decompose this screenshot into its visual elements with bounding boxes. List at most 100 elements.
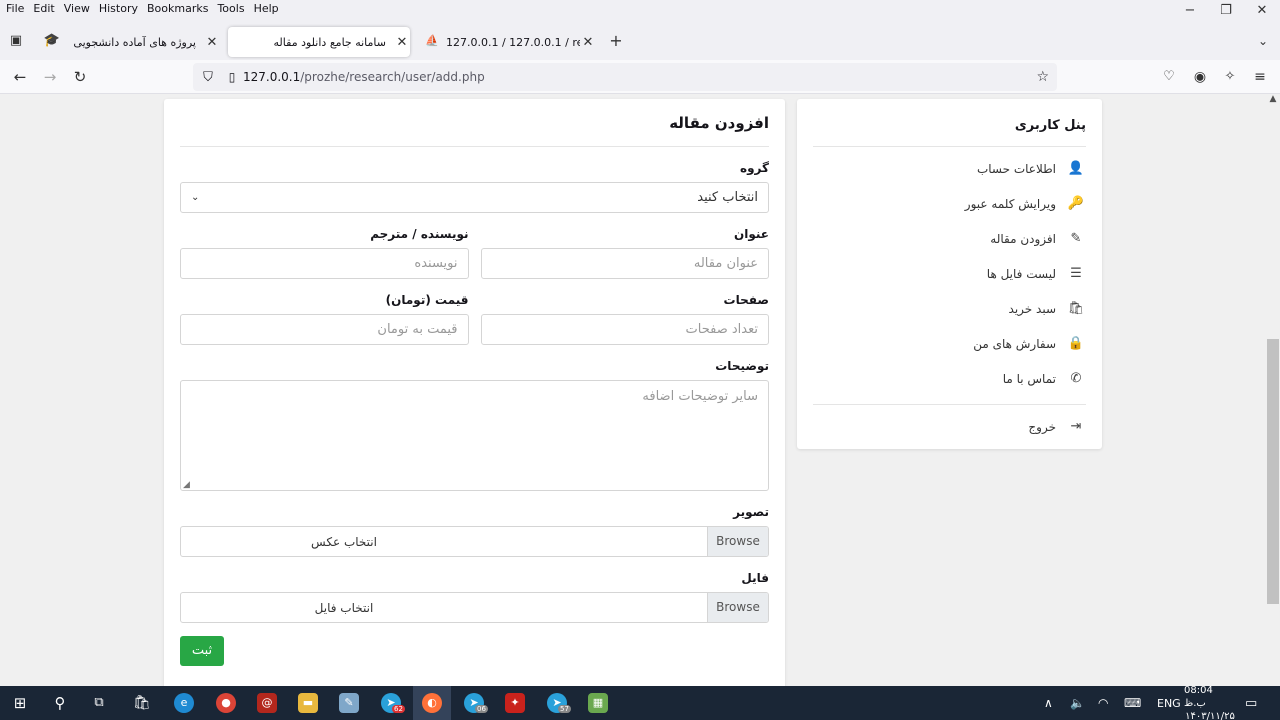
title-label: عنوان (734, 227, 769, 241)
list-tabs-icon[interactable]: ⌄ (1252, 30, 1274, 52)
volume-icon[interactable]: 🔈 (1070, 686, 1085, 720)
file-browse-button[interactable]: Browse (707, 593, 768, 622)
task-view-icon[interactable]: ⧉ (89, 693, 109, 713)
account-icon[interactable]: ◉ (1189, 66, 1211, 88)
price-placeholder: قیمت به تومان (377, 322, 458, 337)
article-file-text: انتخاب فایل (314, 600, 374, 615)
windows-taskbar: ⊞ ⚲ ⧉ 🛍 e ● @ ▬ ✎ ➤ 62 ◐ ➤ 06 ✦ ➤ 57 ▦ ∧… (0, 685, 1280, 720)
sidebar-item-add-article[interactable]: ✎ افزودن مقاله (813, 221, 1086, 256)
telegram-badge: 62 (392, 705, 405, 713)
search-icon[interactable]: ⚲ (50, 693, 70, 713)
notification-icon[interactable]: ▭ (1245, 686, 1257, 720)
sidebar-item-label: افزودن مقاله (990, 231, 1056, 246)
group-label: گروه (740, 161, 769, 175)
image-browse-button[interactable]: Browse (707, 527, 768, 556)
close-window-icon[interactable]: ✕ (1244, 0, 1280, 24)
firefox-icon[interactable]: ◐ (422, 693, 442, 713)
close-tab-icon[interactable]: ✕ (394, 35, 410, 50)
app-red-icon[interactable]: @ (257, 693, 277, 713)
url-bar[interactable]: ⛉ ▯ 127.0.0.1/prozhe/research/user/add.p… (193, 63, 1057, 91)
language-indicator[interactable]: ENG (1157, 686, 1181, 720)
group-select-value: انتخاب کنید (697, 190, 758, 205)
extensions-icon[interactable]: ✧ (1219, 66, 1241, 88)
sidebar-item-label: ویرایش کلمه عبور (964, 196, 1056, 211)
forward-icon[interactable]: → (39, 66, 61, 88)
resize-handle-icon[interactable]: ◢ (183, 480, 190, 490)
author-placeholder: نویسنده (414, 256, 458, 271)
reload-icon[interactable]: ↻ (69, 66, 91, 88)
user-panel-card: پنل کاربری 👤 اطلاعات حساب 🔑 ویرایش کلمه … (797, 99, 1102, 449)
file-explorer-icon[interactable]: ▬ (298, 693, 318, 713)
sidebar-item-cart[interactable]: 🛍 سبد خرید (813, 291, 1086, 326)
scroll-up-icon[interactable]: ▲ (1266, 94, 1280, 104)
restore-icon[interactable]: ❐ (1208, 0, 1244, 24)
menu-edit[interactable]: Edit (30, 2, 57, 15)
wifi-icon[interactable]: ◠ (1098, 686, 1108, 720)
vertical-scrollbar[interactable]: ▲ (1266, 94, 1280, 686)
url-host: 127.0.0.1 (243, 70, 301, 84)
menu-help[interactable]: Help (251, 2, 282, 15)
title-input[interactable]: عنوان مقاله (480, 248, 769, 279)
menu-history[interactable]: History (96, 2, 141, 15)
window-controls: − ❐ ✕ (1172, 0, 1280, 24)
user-panel-title: پنل کاربری (813, 99, 1086, 147)
pages-input[interactable]: تعداد صفحات (480, 314, 769, 345)
keyboard-icon[interactable]: ⌨ (1124, 686, 1141, 720)
price-input[interactable]: قیمت به تومان (180, 314, 469, 345)
clock-date: ۱۴۰۳/۱۱/۲۵ (1185, 710, 1235, 720)
tab-overview-icon[interactable]: ▣ (5, 30, 27, 52)
hamburger-menu-icon[interactable]: ≡ (1249, 66, 1271, 88)
shield-icon[interactable]: ⛉ (195, 70, 221, 85)
notepad-icon[interactable]: ✎ (339, 693, 359, 713)
sidebar-item-logout[interactable]: ⇥ خروج (813, 409, 1086, 444)
chevron-down-icon: ⌄ (191, 192, 200, 203)
menu-view[interactable]: View (61, 2, 93, 15)
bookmark-star-icon[interactable]: ☆ (1036, 69, 1049, 85)
menu-file[interactable]: File (3, 2, 27, 15)
image-file-input[interactable]: انتخاب عکس Browse (180, 526, 769, 557)
sidebar-item-file-list[interactable]: ☰ لیست فایل ها (813, 256, 1086, 291)
order-bag-icon: 🔒 (1067, 336, 1085, 351)
list-icon: ☰ (1070, 266, 1082, 281)
edge-icon[interactable]: e (174, 693, 194, 713)
group-select[interactable]: انتخاب کنید ⌄ (180, 182, 769, 213)
author-input[interactable]: نویسنده (180, 248, 469, 279)
tab-article-system[interactable]: سامانه جامع دانلود مقاله ✕ (228, 27, 410, 57)
edit-icon: ✎ (1070, 231, 1082, 246)
sidebar-item-my-orders[interactable]: 🔒 سفارش های من (813, 326, 1086, 361)
image-viewer-icon[interactable]: ▦ (588, 693, 608, 713)
sidebar-item-label: خروج (1028, 419, 1056, 434)
pages-label: صفحات (723, 293, 769, 307)
minimize-icon[interactable]: − (1172, 0, 1208, 24)
windows-start-icon[interactable]: ⊞ (10, 693, 30, 713)
back-icon[interactable]: ← (9, 66, 31, 88)
phone-icon: ✆ (1070, 371, 1082, 386)
url-path: /prozhe/research/user/add.php (300, 70, 485, 84)
new-tab-icon[interactable]: + (605, 30, 627, 52)
scrollbar-thumb[interactable] (1267, 339, 1279, 604)
close-tab-icon[interactable]: ✕ (580, 35, 596, 50)
tab-projects[interactable]: ✕ پروژه های آماده دانشجویی (70, 27, 220, 57)
sidebar-item-label: سفارش های من (973, 336, 1056, 351)
menu-tools[interactable]: Tools (214, 2, 247, 15)
article-file-input[interactable]: انتخاب فایل Browse (180, 592, 769, 623)
pages-placeholder: تعداد صفحات (685, 322, 758, 337)
submit-button[interactable]: ثبت (180, 636, 224, 666)
chrome-icon[interactable]: ● (216, 693, 236, 713)
description-textarea[interactable]: سایر توضیحات اضافه ◢ (180, 380, 769, 491)
close-tab-icon[interactable]: ✕ (204, 35, 220, 50)
store-icon[interactable]: 🛍 (132, 693, 152, 713)
tab-phpmyadmin[interactable]: ⛵ 127.0.0.1 / 127.0.0.1 / research ✕ (416, 27, 596, 57)
sidebar-item-account-info[interactable]: 👤 اطلاعات حساب (813, 151, 1086, 186)
pocket-icon[interactable]: ♡ (1158, 66, 1180, 88)
logout-icon: ⇥ (1070, 419, 1082, 434)
title-placeholder: عنوان مقاله (693, 256, 758, 271)
sidebar-item-label: تماس با ما (1002, 371, 1056, 386)
menu-bookmarks[interactable]: Bookmarks (144, 2, 211, 15)
chevron-up-icon[interactable]: ∧ (1044, 686, 1053, 720)
acrobat-icon[interactable]: ✦ (505, 693, 525, 713)
sidebar-item-contact[interactable]: ✆ تماس با ما (813, 361, 1086, 396)
graduation-cap-icon[interactable]: 🎓 (41, 30, 63, 52)
clock[interactable]: 08:04 ب.ظ ۱۴۰۳/۱۱/۲۵ (1184, 685, 1236, 720)
sidebar-item-change-password[interactable]: 🔑 ویرایش کلمه عبور (813, 186, 1086, 221)
